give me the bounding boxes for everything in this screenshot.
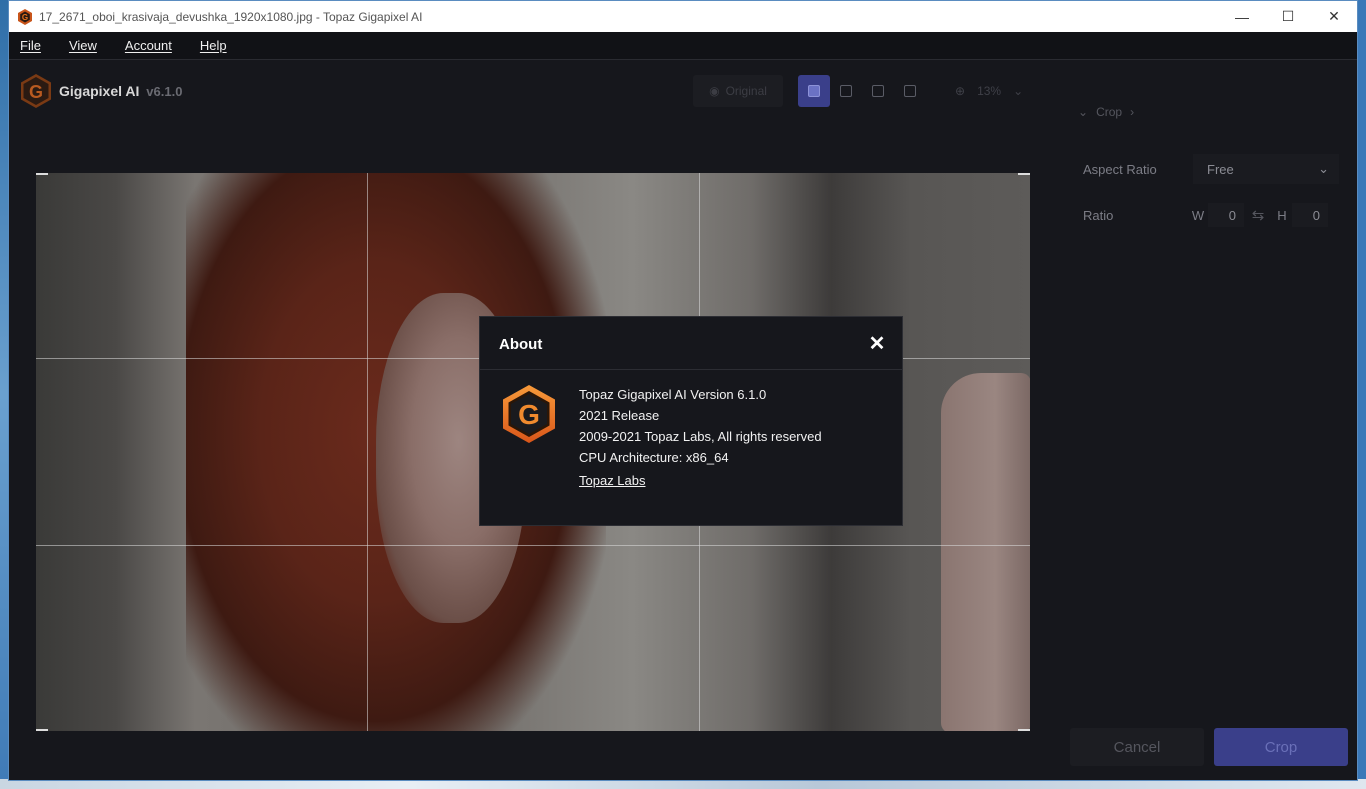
single-view-button[interactable] <box>798 75 830 107</box>
app-name-text: Gigapixel AI <box>59 83 140 99</box>
chevron-down-icon: ⌄ <box>1013 84 1024 98</box>
aspect-ratio-select[interactable]: Free ⌄ <box>1193 154 1339 184</box>
close-icon[interactable]: ✕ <box>1311 1 1357 32</box>
menu-account[interactable]: Account <box>125 38 172 53</box>
image-arm-region <box>941 373 1030 731</box>
svg-text:G: G <box>518 399 540 430</box>
aspect-ratio-label: Aspect Ratio <box>1083 162 1157 177</box>
zoom-control[interactable]: ⊕ 13% ⌄ <box>955 75 1023 107</box>
chevron-down-icon: ⌄ <box>1078 105 1089 119</box>
topaz-logo-icon: G <box>498 383 560 445</box>
crop-handle[interactable] <box>1018 173 1030 175</box>
app-name: Gigapixel AI v6.1.0 <box>59 83 182 99</box>
swap-icon[interactable]: ⇆ <box>1244 206 1272 224</box>
comparison-view-button[interactable] <box>894 75 926 107</box>
cpu-line: CPU Architecture: x86_64 <box>579 450 729 465</box>
topaz-labs-link[interactable]: Topaz Labs <box>579 473 822 488</box>
view-mode-group <box>798 75 926 107</box>
crop-section-title: Crop <box>1096 105 1123 119</box>
copyright-line: 2009-2021 Topaz Labs, All rights reserve… <box>579 429 822 444</box>
crop-button[interactable]: Crop <box>1214 728 1348 766</box>
ratio-label: Ratio <box>1083 208 1114 223</box>
menu-file[interactable]: File <box>20 38 41 53</box>
zoom-icon: ⊕ <box>955 84 966 98</box>
svg-text:G: G <box>22 13 28 22</box>
original-toggle-button[interactable]: ◉ Original <box>693 75 783 107</box>
split-view-button[interactable] <box>830 75 862 107</box>
crop-section-header[interactable]: ⌄ Crop › <box>1078 105 1134 119</box>
app-window: G 17_2671_oboi_krasivaja_devushka_1920x1… <box>8 0 1358 781</box>
gigapixel-logo-icon: G <box>18 73 54 109</box>
crop-grid-line <box>36 545 1030 546</box>
crop-handle[interactable] <box>36 729 48 731</box>
menu-help[interactable]: Help <box>200 38 227 53</box>
app-version: v6.1.0 <box>146 84 183 99</box>
crop-panel: ⌄ Crop › Aspect Ratio Free ⌄ Ratio W 0 ⇆… <box>1068 61 1358 781</box>
eye-icon: ◉ <box>709 84 720 98</box>
original-label: Original <box>725 84 767 98</box>
app-logo-icon: G <box>17 8 33 25</box>
svg-text:G: G <box>29 82 43 102</box>
single-view-icon <box>808 85 820 97</box>
about-info: Topaz Gigapixel AI Version 6.1.0 2021 Re… <box>579 384 822 488</box>
zoom-value: 13% <box>977 84 1002 98</box>
version-line: Topaz Gigapixel AI Version 6.1.0 <box>579 387 767 402</box>
split-view-icon <box>840 85 852 97</box>
side-by-side-view-button[interactable] <box>862 75 894 107</box>
ratio-row: W 0 ⇆ H 0 <box>1188 202 1328 228</box>
crop-handle[interactable] <box>1018 729 1030 731</box>
title-bar: G 17_2671_oboi_krasivaja_devushka_1920x1… <box>9 1 1357 32</box>
maximize-icon[interactable]: ☐ <box>1265 1 1311 32</box>
chevron-down-icon: ⌄ <box>1318 161 1329 176</box>
about-dialog-title: About <box>499 336 543 353</box>
menu-view[interactable]: View <box>69 38 97 53</box>
height-input[interactable]: 0 <box>1292 203 1328 227</box>
desktop-background <box>0 0 8 789</box>
divider <box>480 369 902 370</box>
close-icon[interactable]: ✕ <box>868 334 886 354</box>
info-icon: › <box>1130 105 1135 119</box>
width-input[interactable]: 0 <box>1208 203 1244 227</box>
app-header: G Gigapixel AI v6.1.0 ◉ Original ⊕ 13% ⌄ <box>9 61 1067 121</box>
window-title: 17_2671_oboi_krasivaja_devushka_1920x108… <box>39 9 423 24</box>
width-label: W <box>1191 207 1205 223</box>
minimize-icon[interactable]: — <box>1219 1 1265 32</box>
comparison-view-icon <box>904 85 916 97</box>
about-dialog: About ✕ G Topaz Gigapixel AI Version 6.1… <box>479 316 903 526</box>
crop-handle[interactable] <box>36 173 48 175</box>
cancel-button[interactable]: Cancel <box>1070 728 1204 766</box>
menu-bar: File View Account Help <box>9 32 1357 60</box>
release-line: 2021 Release <box>579 408 660 423</box>
height-label: H <box>1277 207 1287 223</box>
crop-grid-line <box>367 173 368 731</box>
aspect-ratio-value: Free <box>1207 161 1234 177</box>
side-by-side-view-icon <box>872 85 884 97</box>
